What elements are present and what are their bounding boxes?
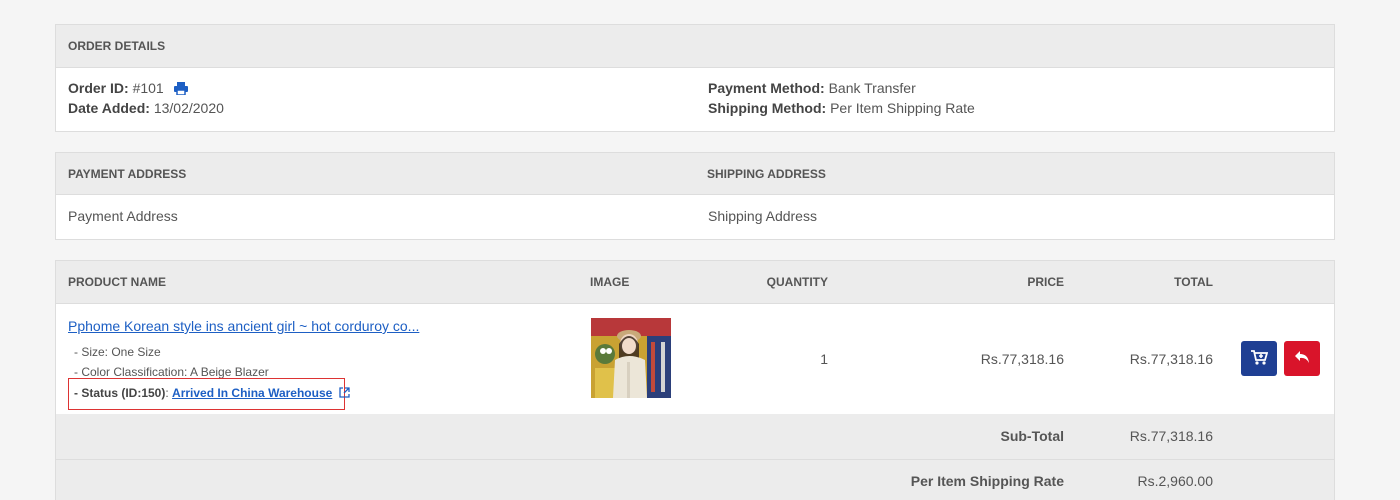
order-id-label: Order ID: <box>68 80 129 96</box>
shipping-address-value: Shipping Address <box>708 208 817 224</box>
product-thumbnail[interactable] <box>591 318 671 398</box>
product-option-size: - Size: One Size <box>74 345 161 359</box>
shipping-method-line: Shipping Method: Per Item Shipping Rate <box>708 100 975 116</box>
address-header: PAYMENT ADDRESS SHIPPING ADDRESS <box>56 153 1334 195</box>
reorder-button[interactable] <box>1241 341 1277 376</box>
date-added-value: 13/02/2020 <box>153 100 224 116</box>
shipping-total-value: Rs.2,960.00 <box>1137 473 1214 489</box>
product-price: Rs.77,318.16 <box>980 351 1064 367</box>
return-button[interactable] <box>1284 341 1320 376</box>
print-icon[interactable] <box>173 82 188 98</box>
status-label: - Status (ID:150) <box>74 386 166 400</box>
product-option-color: - Color Classification: A Beige Blazer <box>74 365 269 379</box>
status-line: - Status (ID:150): Arrived In China Ware… <box>74 386 350 401</box>
col-total: TOTAL <box>1174 275 1213 289</box>
subtotal-row: Sub-Total Rs.77,318.16 <box>56 414 1334 459</box>
product-total: Rs.77,318.16 <box>1129 351 1213 367</box>
subtotal-label: Sub-Total <box>1000 428 1064 444</box>
order-id-line: Order ID: #101 <box>68 80 188 98</box>
col-quantity: QUANTITY <box>766 275 828 289</box>
products-panel: PRODUCT NAME IMAGE QUANTITY PRICE TOTAL … <box>55 260 1335 500</box>
product-name-link[interactable]: Pphome Korean style ins ancient girl ~ h… <box>68 318 419 334</box>
subtotal-value: Rs.77,318.16 <box>1129 428 1213 444</box>
payment-method-value: Bank Transfer <box>828 80 916 96</box>
payment-address-title: PAYMENT ADDRESS <box>68 167 187 181</box>
shipping-method-label: Shipping Method: <box>708 100 827 116</box>
table-row: Pphome Korean style ins ancient girl ~ h… <box>56 304 1334 414</box>
cart-icon <box>1250 349 1269 368</box>
shipping-total-row: Per Item Shipping Rate Rs.2,960.00 <box>56 460 1334 500</box>
product-quantity: 1 <box>820 351 828 367</box>
products-table-header: PRODUCT NAME IMAGE QUANTITY PRICE TOTAL <box>56 261 1334 304</box>
date-added-line: Date Added: 13/02/2020 <box>68 100 224 116</box>
col-image: IMAGE <box>590 275 630 289</box>
external-link-icon[interactable] <box>339 387 350 401</box>
shipping-total-label: Per Item Shipping Rate <box>910 473 1064 489</box>
status-separator: : <box>165 386 169 400</box>
status-highlight-box: - Status (ID:150): Arrived In China Ware… <box>68 378 350 410</box>
order-details-panel: ORDER DETAILS Order ID: #101 Date Added:… <box>55 24 1335 132</box>
order-details-header: ORDER DETAILS <box>56 25 1334 68</box>
col-product-name: PRODUCT NAME <box>68 275 166 289</box>
payment-address-value: Payment Address <box>68 208 178 224</box>
reply-icon <box>1294 350 1310 367</box>
payment-method-line: Payment Method: Bank Transfer <box>708 80 916 96</box>
address-panel: PAYMENT ADDRESS SHIPPING ADDRESS Payment… <box>55 152 1335 240</box>
date-added-label: Date Added: <box>68 100 150 116</box>
order-id-value: #101 <box>132 80 164 96</box>
order-details-title: ORDER DETAILS <box>68 39 166 53</box>
col-price: PRICE <box>1027 275 1064 289</box>
shipping-method-value: Per Item Shipping Rate <box>830 100 975 116</box>
status-link[interactable]: Arrived In China Warehouse <box>172 386 332 400</box>
shipping-address-title: SHIPPING ADDRESS <box>707 167 826 181</box>
payment-method-label: Payment Method: <box>708 80 825 96</box>
